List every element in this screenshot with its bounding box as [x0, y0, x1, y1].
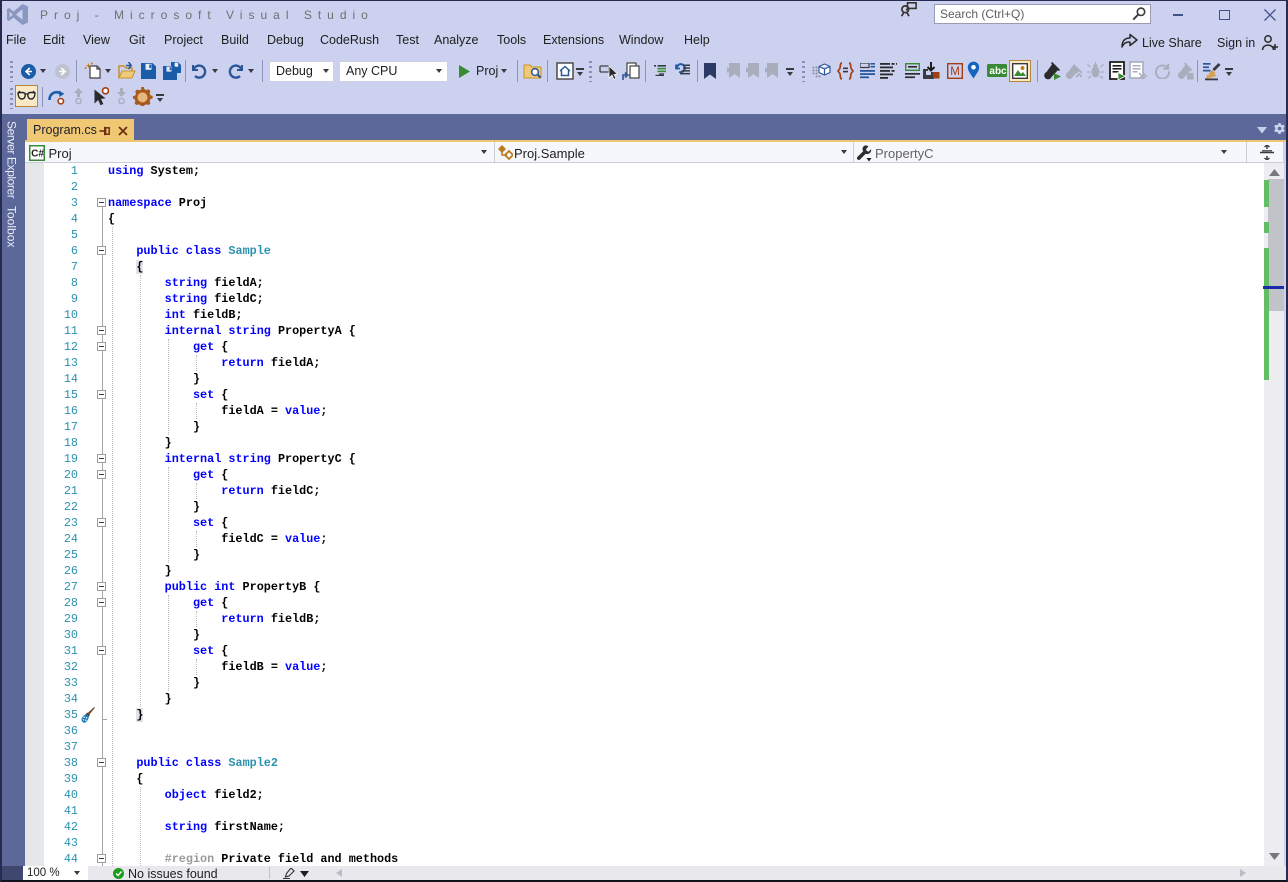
svg-text:abc: abc [989, 66, 1007, 77]
svg-text:C#: C# [31, 149, 44, 160]
svg-text:M: M [950, 66, 960, 78]
